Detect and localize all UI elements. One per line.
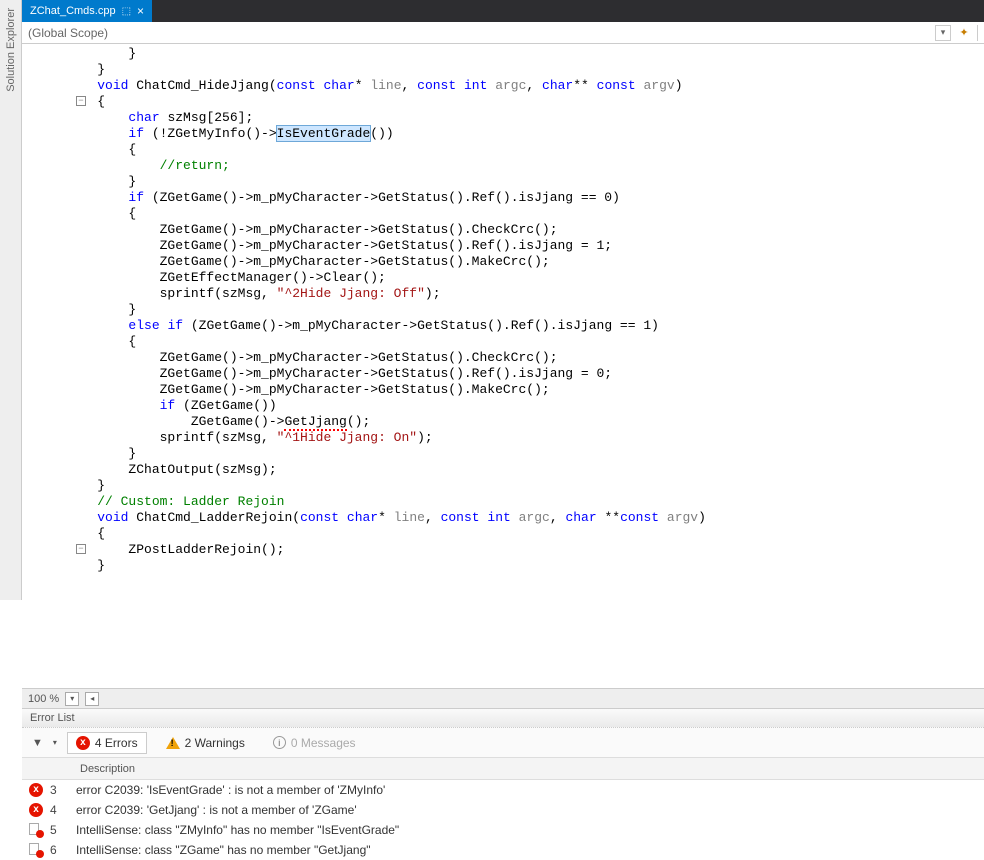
document-tabs: ZChat_Cmds.cpp ⬚ ×: [22, 0, 984, 22]
code-line[interactable]: ZGetGame()->m_pMyCharacter->GetStatus().…: [66, 382, 984, 398]
code-line[interactable]: {: [66, 206, 984, 222]
warning-icon: [166, 737, 180, 749]
filter-dropdown-icon[interactable]: ▾: [53, 738, 57, 747]
error-list-toolbar: ▼ ▾ x 4 Errors 2 Warnings i 0 Messages: [22, 728, 984, 758]
fold-toggle-icon[interactable]: −: [76, 544, 86, 554]
code-line[interactable]: void ChatCmd_LadderRejoin(const char* li…: [66, 510, 984, 526]
error-row-number: 4: [50, 803, 72, 817]
error-row-description: IntelliSense: class "ZGame" has no membe…: [72, 843, 984, 857]
code-line[interactable]: sprintf(szMsg, "^2Hide Jjang: Off");: [66, 286, 984, 302]
code-line[interactable]: else if (ZGetGame()->m_pMyCharacter->Get…: [66, 318, 984, 334]
code-line[interactable]: ZGetGame()->m_pMyCharacter->GetStatus().…: [66, 350, 984, 366]
error-icon: x: [29, 803, 43, 817]
description-column-header[interactable]: Description: [72, 763, 143, 775]
hscroll-left-icon[interactable]: ◂: [85, 692, 99, 706]
error-row[interactable]: x3error C2039: 'IsEventGrade' : is not a…: [22, 780, 984, 800]
error-row-number: 3: [50, 783, 72, 797]
code-line[interactable]: }: [66, 478, 984, 494]
code-line[interactable]: sprintf(szMsg, "^1Hide Jjang: On");: [66, 430, 984, 446]
messages-filter-button[interactable]: i 0 Messages: [264, 732, 365, 754]
code-line[interactable]: ZGetGame()->m_pMyCharacter->GetStatus().…: [66, 254, 984, 270]
code-line[interactable]: ZChatOutput(szMsg);: [66, 462, 984, 478]
code-line[interactable]: ZPostLadderRejoin();: [66, 542, 984, 558]
error-row-number: 6: [50, 843, 72, 857]
error-icon: x: [76, 736, 90, 750]
code-line[interactable]: ZGetEffectManager()->Clear();: [66, 270, 984, 286]
pin-icon[interactable]: ⬚: [122, 6, 131, 17]
filter-icon[interactable]: ▼: [32, 737, 43, 749]
code-line[interactable]: void ChatCmd_HideJjang(const char* line,…: [66, 78, 984, 94]
member-dropdown-arrow-icon[interactable]: ▾: [935, 25, 951, 41]
code-line[interactable]: {: [66, 142, 984, 158]
code-line[interactable]: {: [66, 334, 984, 350]
close-icon[interactable]: ×: [137, 4, 144, 18]
code-line[interactable]: }: [66, 174, 984, 190]
error-row-number: 5: [50, 823, 72, 837]
solution-explorer-label: Solution Explorer: [5, 8, 17, 92]
code-line[interactable]: ZGetGame()->m_pMyCharacter->GetStatus().…: [66, 366, 984, 382]
code-line[interactable]: }: [66, 558, 984, 574]
error-list-panel-title[interactable]: Error List: [22, 708, 984, 728]
warnings-filter-button[interactable]: 2 Warnings: [157, 732, 254, 754]
code-line[interactable]: ZGetGame()->m_pMyCharacter->GetStatus().…: [66, 222, 984, 238]
code-line[interactable]: ZGetGame()->m_pMyCharacter->GetStatus().…: [66, 238, 984, 254]
code-line[interactable]: }: [66, 446, 984, 462]
code-line[interactable]: // Custom: Ladder Rejoin: [66, 494, 984, 510]
error-list-table: Description x3error C2039: 'IsEventGrade…: [22, 758, 984, 860]
tab-filename: ZChat_Cmds.cpp: [30, 5, 116, 17]
code-line[interactable]: //return;: [66, 158, 984, 174]
intellisense-error-icon: [29, 843, 43, 857]
main-area: ZChat_Cmds.cpp ⬚ × (Global Scope) ▾ ✦ } …: [22, 0, 984, 860]
code-line[interactable]: }: [66, 302, 984, 318]
navigation-bar: (Global Scope) ▾ ✦: [22, 22, 984, 44]
message-icon: i: [273, 736, 286, 749]
error-list-header[interactable]: Description: [22, 758, 984, 780]
code-line[interactable]: if (ZGetGame()->m_pMyCharacter->GetStatu…: [66, 190, 984, 206]
code-line[interactable]: }: [66, 62, 984, 78]
error-row[interactable]: 6IntelliSense: class "ZGame" has no memb…: [22, 840, 984, 860]
error-row-description: IntelliSense: class "ZMyInfo" has no mem…: [72, 823, 984, 837]
code-line[interactable]: if (ZGetGame()): [66, 398, 984, 414]
intellisense-error-icon: [29, 823, 43, 837]
error-row[interactable]: x4error C2039: 'GetJjang' : is not a mem…: [22, 800, 984, 820]
code-line[interactable]: }: [66, 46, 984, 62]
fold-toggle-icon[interactable]: −: [76, 96, 86, 106]
code-line[interactable]: {: [66, 94, 984, 110]
code-editor[interactable]: } } − void ChatCmd_HideJjang(const char* …: [22, 44, 984, 688]
code-line[interactable]: char szMsg[256];: [66, 110, 984, 126]
error-row-description: error C2039: 'GetJjang' : is not a membe…: [72, 803, 984, 817]
zoom-level: 100 %: [28, 693, 59, 705]
code-line[interactable]: if (!ZGetMyInfo()->IsEventGrade()): [66, 126, 984, 142]
error-icon: x: [29, 783, 43, 797]
solution-explorer-collapsed-tab[interactable]: Solution Explorer: [0, 0, 22, 600]
scope-dropdown[interactable]: (Global Scope): [28, 26, 478, 40]
errors-filter-button[interactable]: x 4 Errors: [67, 732, 147, 754]
code-line[interactable]: ZGetGame()->GetJjang();: [66, 414, 984, 430]
editor-statusbar: 100 % ▾ ◂: [22, 688, 984, 708]
zoom-dropdown-icon[interactable]: ▾: [65, 692, 79, 706]
code-line[interactable]: {: [66, 526, 984, 542]
error-row-description: error C2039: 'IsEventGrade' : is not a m…: [72, 783, 984, 797]
navigate-icon[interactable]: ✦: [957, 26, 971, 40]
error-row[interactable]: 5IntelliSense: class "ZMyInfo" has no me…: [22, 820, 984, 840]
tab-zchat-cmds[interactable]: ZChat_Cmds.cpp ⬚ ×: [22, 0, 152, 22]
